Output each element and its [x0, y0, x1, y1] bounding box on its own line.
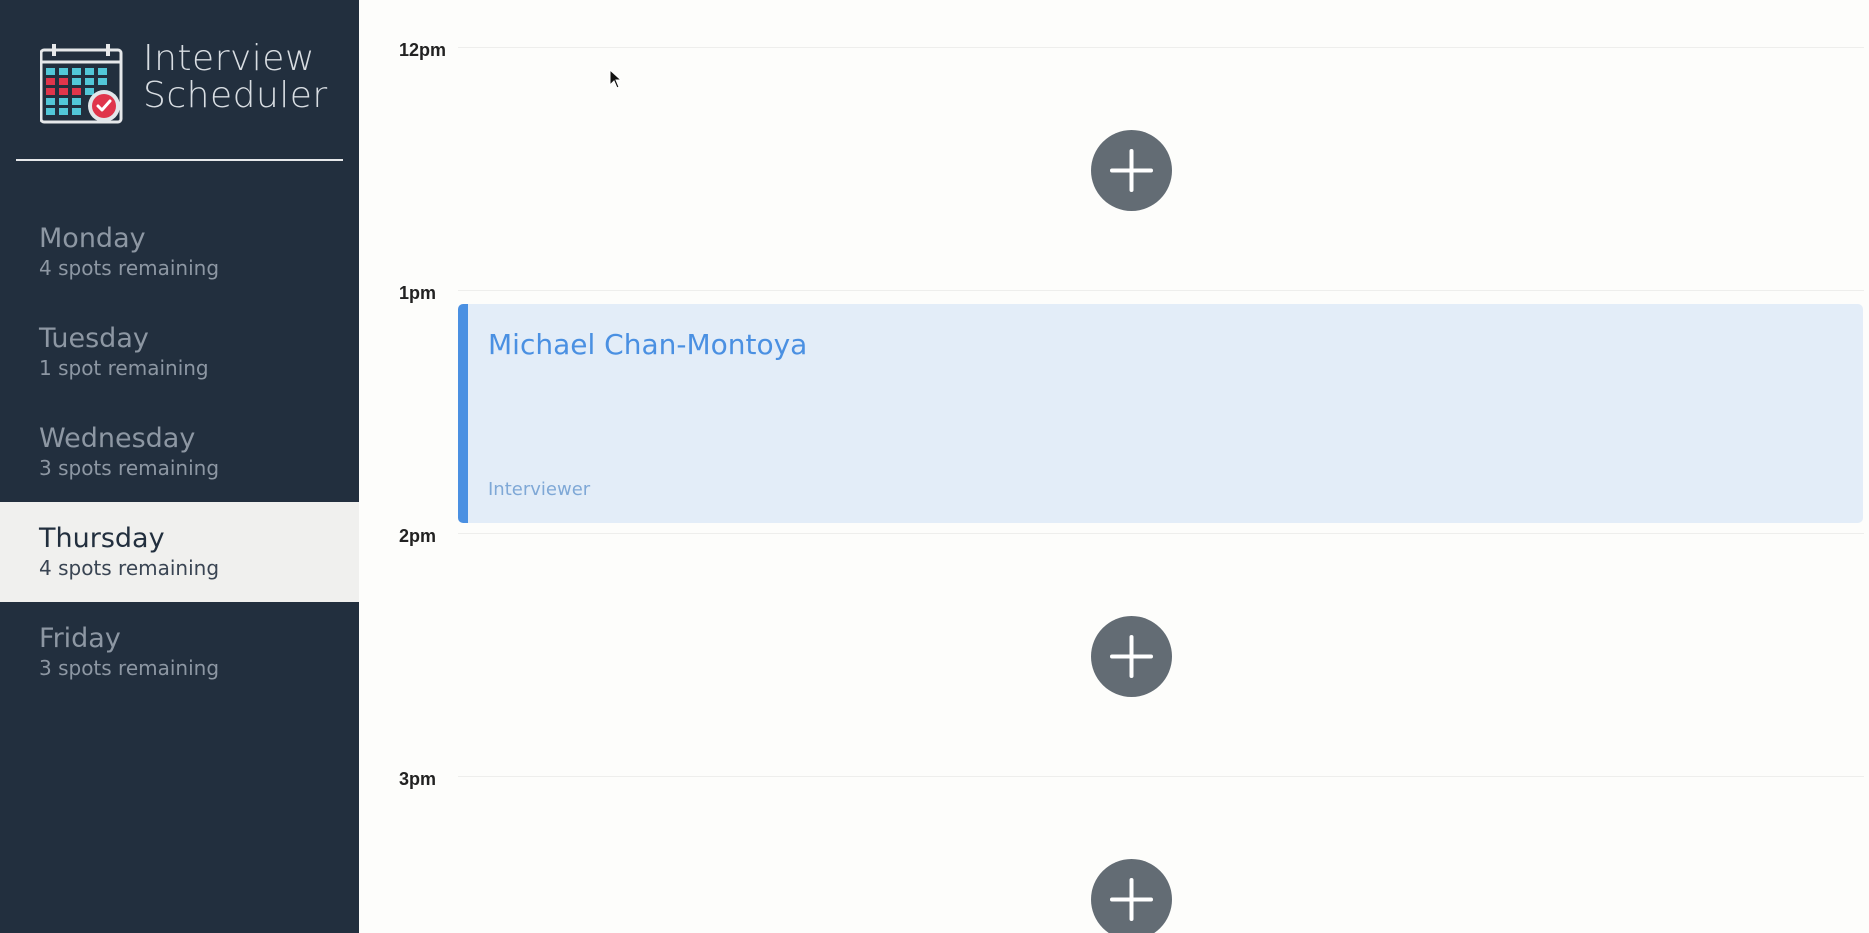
day-spots: 1 spot remaining	[39, 356, 209, 380]
day-spots: 3 spots remaining	[39, 456, 220, 480]
day-name: Tuesday	[39, 323, 149, 354]
calendar-grid-cell	[85, 68, 94, 75]
calendar-grid-cell	[72, 68, 81, 75]
interview-scheduler-app: Interview Scheduler Monday 4 spots remai…	[0, 0, 1869, 933]
brand: Interview Scheduler	[40, 40, 340, 124]
slot-time: 1pm	[399, 283, 437, 303]
calendar-grid-cell	[72, 88, 81, 95]
day-name: Friday	[39, 623, 121, 654]
day-item-thursday[interactable]: Thursday 4 spots remaining	[0, 502, 359, 602]
slot-12pm: 12pm	[359, 0, 1869, 243]
add-appointment-button[interactable]	[1091, 859, 1172, 933]
appointment-student-name: Michael Chan-Montoya	[488, 328, 808, 361]
day-name: Thursday	[39, 523, 165, 554]
calendar-grid-cell	[59, 98, 68, 105]
day-item-wednesday[interactable]: Wednesday 3 spots remaining	[0, 402, 359, 502]
day-list: Monday 4 spots remaining Tuesday 1 spot …	[0, 202, 359, 702]
slot-divider	[458, 533, 1864, 534]
calendar-grid-cell	[85, 88, 94, 95]
slot-divider	[458, 47, 1864, 48]
sidebar: Interview Scheduler Monday 4 spots remai…	[0, 0, 359, 933]
day-item-monday[interactable]: Monday 4 spots remaining	[0, 202, 359, 302]
calendar-grid-cell	[72, 98, 81, 105]
day-spots: 3 spots remaining	[39, 656, 220, 680]
mouse-cursor-icon	[609, 69, 623, 89]
calendar-grid-cell	[72, 78, 81, 85]
calendar-grid-cell	[98, 68, 107, 75]
calendar-grid-cell	[85, 78, 94, 85]
day-item-tuesday[interactable]: Tuesday 1 spot remaining	[0, 302, 359, 402]
slot-2pm: 2pm	[359, 486, 1869, 729]
calendar-grid-cell	[72, 108, 81, 115]
calendar-grid-cell	[46, 108, 55, 115]
sidebar-divider	[16, 159, 343, 161]
calendar-check-icon	[40, 44, 123, 124]
day-name: Wednesday	[39, 423, 196, 454]
slot-time: 3pm	[399, 769, 437, 789]
add-appointment-button[interactable]	[1091, 130, 1172, 211]
plus-icon	[1110, 149, 1153, 192]
app-title-line1: Interview	[143, 38, 315, 79]
calendar-grid-cell	[59, 78, 68, 85]
slot-divider	[458, 290, 1864, 291]
plus-icon	[1110, 878, 1153, 921]
calendar-grid-cell	[46, 88, 55, 95]
day-spots: 4 spots remaining	[39, 256, 220, 280]
schedule: 12pm 1pm Michael Chan-Montoya Interviewe…	[359, 0, 1869, 933]
calendar-grid-cell	[46, 78, 55, 85]
calendar-grid-cell	[59, 88, 68, 95]
calendar-grid-cell	[59, 68, 68, 75]
calendar-grid-cell	[46, 98, 55, 105]
day-item-friday[interactable]: Friday 3 spots remaining	[0, 602, 359, 702]
slot-3pm: 3pm	[359, 729, 1869, 933]
slot-time: 2pm	[399, 526, 437, 546]
add-appointment-button[interactable]	[1091, 616, 1172, 697]
app-title: Interview Scheduler	[143, 40, 328, 114]
day-spots: 4 spots remaining	[39, 556, 220, 580]
calendar-grid-cell	[98, 78, 107, 85]
slot-divider	[458, 776, 1864, 777]
calendar-grid-cell	[46, 68, 55, 75]
slot-time: 12pm	[399, 40, 447, 60]
plus-icon	[1110, 635, 1153, 678]
day-name: Monday	[39, 223, 146, 254]
calendar-grid-cell	[59, 108, 68, 115]
app-title-line2: Scheduler	[143, 75, 328, 116]
